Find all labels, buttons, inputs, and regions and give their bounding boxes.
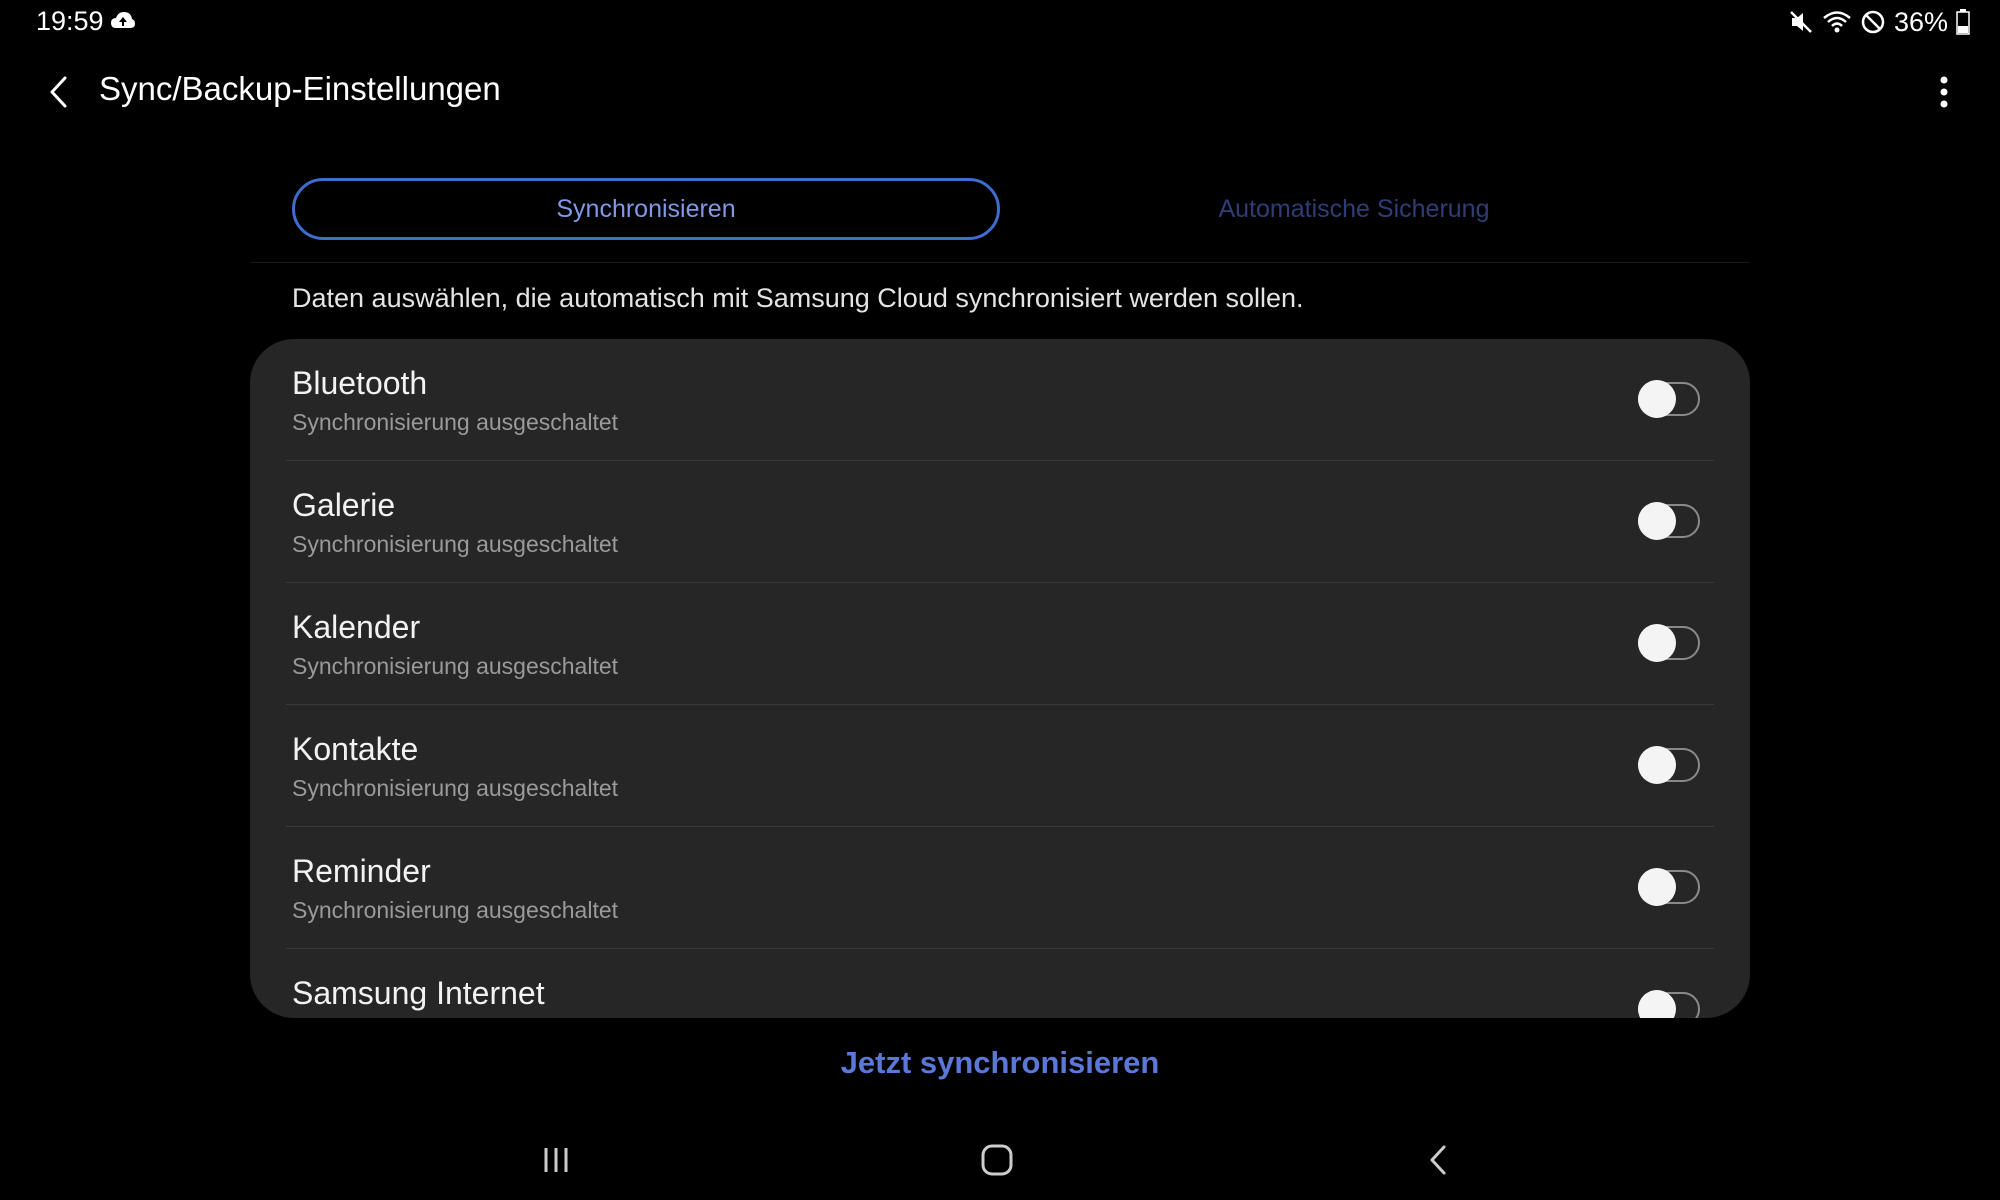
toggle-galerie[interactable]: [1638, 502, 1700, 540]
list-item-bluetooth[interactable]: Bluetooth Synchronisierung ausgeschaltet: [250, 339, 1750, 461]
toggle-bluetooth[interactable]: [1638, 380, 1700, 418]
tab-automatische-sicherung[interactable]: Automatische Sicherung: [1000, 178, 1708, 240]
status-icons: 36%: [1788, 4, 1970, 40]
recent-apps-icon: [544, 1148, 568, 1172]
recent-apps-button[interactable]: [526, 1130, 586, 1190]
toggle-knob: [1638, 868, 1676, 906]
tab-synchronisieren[interactable]: Synchronisieren: [292, 178, 1000, 240]
item-title: Reminder: [292, 853, 431, 889]
cloud-sync-icon: [111, 12, 135, 28]
navigation-bar: [0, 1120, 2000, 1200]
toggle-knob: [1638, 990, 1676, 1018]
mute-icon: [1790, 11, 1812, 33]
status-time: 19:59: [36, 6, 104, 36]
list-item-reminder[interactable]: Reminder Synchronisierung ausgeschaltet: [250, 827, 1750, 949]
toggle-kalender[interactable]: [1638, 624, 1700, 662]
battery-icon: [1956, 9, 1970, 35]
list-item-galerie[interactable]: Galerie Synchronisierung ausgeschaltet: [250, 461, 1750, 583]
nav-back-icon: [1430, 1145, 1446, 1175]
list-item-kalender[interactable]: Kalender Synchronisierung ausgeschaltet: [250, 583, 1750, 705]
list-item-samsung-internet[interactable]: Samsung Internet: [250, 949, 1750, 1018]
sync-now-button[interactable]: Jetzt synchronisieren: [0, 1045, 2000, 1081]
tab-bar: Synchronisieren Automatische Sicherung: [250, 178, 1750, 263]
list-item-kontakte[interactable]: Kontakte Synchronisierung ausgeschaltet: [250, 705, 1750, 827]
item-title: Galerie: [292, 487, 396, 523]
toggle-knob: [1638, 624, 1676, 662]
battery-percent: 36%: [1893, 6, 1948, 37]
item-title: Samsung Internet: [292, 975, 545, 1011]
back-button[interactable]: [34, 66, 86, 118]
item-title: Bluetooth: [292, 365, 428, 401]
item-title: Kontakte: [292, 731, 419, 767]
sync-items-list[interactable]: Bluetooth Synchronisierung ausgeschaltet…: [250, 339, 1750, 1018]
toggle-kontakte[interactable]: [1638, 746, 1700, 784]
item-subtitle: Synchronisierung ausgeschaltet: [292, 653, 619, 679]
status-bar: 19:59 36%: [0, 0, 2000, 44]
wifi-icon: [1823, 11, 1851, 33]
toggle-knob: [1638, 502, 1676, 540]
item-title: Kalender: [292, 609, 421, 645]
do-not-disturb-icon: [1861, 10, 1885, 34]
item-subtitle: Synchronisierung ausgeschaltet: [292, 897, 619, 923]
description-text: Daten auswählen, die automatisch mit Sam…: [292, 283, 1304, 313]
home-button[interactable]: [967, 1130, 1027, 1190]
item-subtitle: Synchronisierung ausgeschaltet: [292, 409, 619, 435]
toggle-knob: [1638, 380, 1676, 418]
back-arrow-icon: [50, 76, 67, 108]
toggle-samsung-internet[interactable]: [1638, 990, 1700, 1018]
toggle-reminder[interactable]: [1638, 868, 1700, 906]
more-options-button[interactable]: [1918, 66, 1970, 118]
item-subtitle: Synchronisierung ausgeschaltet: [292, 775, 619, 801]
item-subtitle: Synchronisierung ausgeschaltet: [292, 531, 619, 557]
app-bar: Sync/Backup-Einstellungen: [0, 56, 2000, 128]
home-icon: [981, 1144, 1013, 1176]
more-options-icon: [1940, 76, 1948, 108]
page-title: Sync/Backup-Einstellungen: [99, 70, 501, 107]
nav-back-button[interactable]: [1408, 1130, 1468, 1190]
toggle-knob: [1638, 746, 1676, 784]
